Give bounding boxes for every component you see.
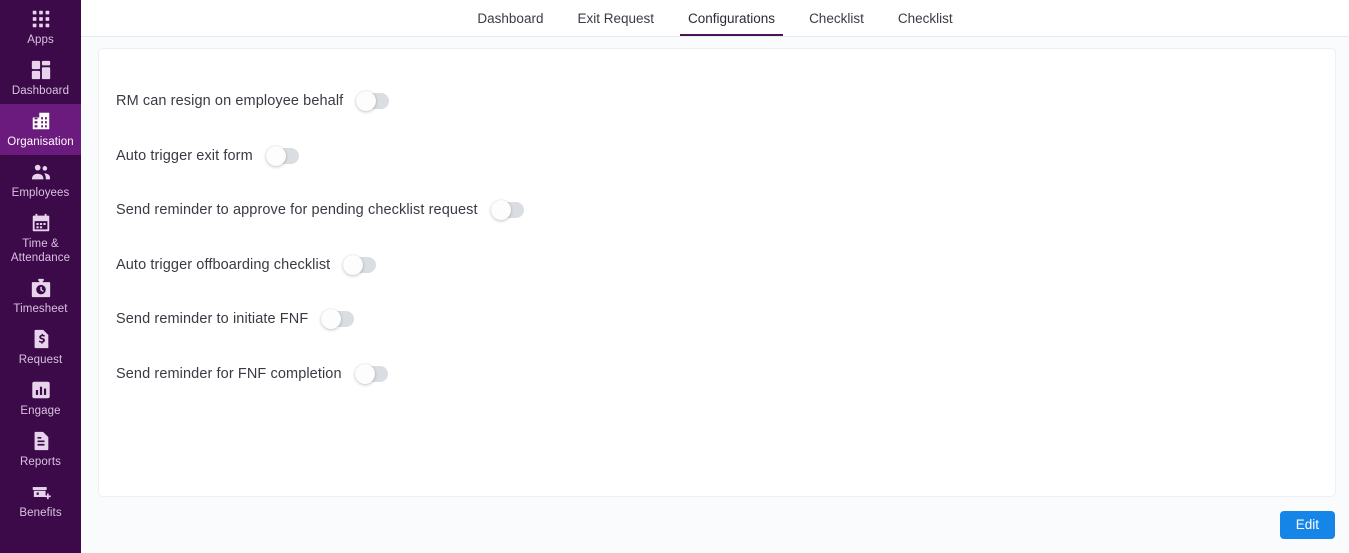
sidebar-item-reports[interactable]: Reports bbox=[0, 424, 81, 475]
sidebar-item-employees[interactable]: Employees bbox=[0, 155, 81, 206]
setting-row: RM can resign on employee behalf bbox=[116, 74, 1335, 129]
setting-toggle[interactable] bbox=[265, 145, 299, 166]
sidebar-item-request[interactable]: Request bbox=[0, 322, 81, 373]
sidebar-item-label: Dashboard bbox=[11, 85, 70, 97]
sidebar-item-label: Time & Attendance bbox=[10, 238, 71, 264]
sidebar-item-dashboard[interactable]: Dashboard bbox=[0, 53, 81, 104]
sidebar: Apps Dashboard Organisation Employees Time &… bbox=[0, 0, 81, 553]
setting-label: Send reminder to initiate FNF bbox=[116, 311, 309, 328]
money-doc-icon bbox=[30, 328, 52, 350]
setting-row: Auto trigger exit form bbox=[116, 129, 1335, 184]
app-root: Apps Dashboard Organisation Employees Time &… bbox=[0, 0, 1349, 553]
sidebar-item-engage[interactable]: Engage bbox=[0, 373, 81, 424]
toggle-knob bbox=[321, 309, 342, 330]
sidebar-item-organisation[interactable]: Organisation bbox=[0, 104, 81, 155]
apps-grid-icon bbox=[30, 8, 52, 30]
sidebar-item-label: Timesheet bbox=[13, 303, 68, 315]
sidebar-item-label: Reports bbox=[20, 456, 61, 468]
setting-toggle[interactable] bbox=[354, 363, 388, 384]
sidebar-item-time-attendance[interactable]: Time & Attendance bbox=[0, 206, 81, 271]
setting-row: Send reminder to initiate FNF bbox=[116, 292, 1335, 347]
setting-toggle[interactable] bbox=[490, 200, 524, 221]
tab-list: Dashboard Exit Request Configurations Check… bbox=[460, 0, 969, 36]
sidebar-item-label: Benefits bbox=[19, 507, 62, 519]
tab-checklist[interactable]: Checklist bbox=[792, 0, 881, 36]
sidebar-item-label: Engage bbox=[20, 405, 61, 417]
top-tab-bar: Dashboard Exit Request Configurations Check… bbox=[81, 0, 1349, 37]
content-area: RM can resign on employee behalf Auto tri… bbox=[81, 37, 1349, 553]
bar-chart-icon bbox=[30, 379, 52, 401]
toggle-knob bbox=[356, 91, 377, 112]
setting-row: Send reminder for FNF completion bbox=[116, 347, 1335, 402]
clock-bag-icon bbox=[30, 277, 52, 299]
document-icon bbox=[30, 430, 52, 452]
building-icon bbox=[30, 110, 52, 132]
setting-label: Auto trigger exit form bbox=[116, 147, 253, 164]
sidebar-item-apps[interactable]: Apps bbox=[0, 2, 81, 53]
calendar-icon bbox=[30, 212, 52, 234]
card-footer: Edit bbox=[98, 497, 1336, 553]
edit-button[interactable]: Edit bbox=[1279, 511, 1335, 539]
configurations-card: RM can resign on employee behalf Auto tri… bbox=[98, 48, 1336, 497]
sidebar-item-label: Employees bbox=[11, 187, 70, 199]
toggle-knob bbox=[490, 200, 511, 221]
sidebar-item-benefits[interactable]: Benefits bbox=[0, 475, 81, 526]
tab-checklist-2[interactable]: Checklist bbox=[881, 0, 970, 36]
setting-label: Auto trigger offboarding checklist bbox=[116, 256, 331, 273]
tab-configurations[interactable]: Configurations bbox=[671, 0, 792, 36]
toggle-knob bbox=[354, 363, 375, 384]
tab-exit-request[interactable]: Exit Request bbox=[560, 0, 671, 36]
setting-label: Send reminder to approve for pending che… bbox=[116, 202, 478, 219]
sidebar-item-label: Request bbox=[18, 354, 63, 366]
setting-toggle[interactable] bbox=[321, 309, 355, 330]
setting-row: Auto trigger offboarding checklist bbox=[116, 238, 1335, 293]
dashboard-icon bbox=[30, 59, 52, 81]
benefits-add-icon bbox=[30, 481, 52, 503]
sidebar-item-timesheet[interactable]: Timesheet bbox=[0, 271, 81, 322]
tab-dashboard[interactable]: Dashboard bbox=[460, 0, 560, 36]
setting-toggle[interactable] bbox=[343, 254, 377, 275]
sidebar-item-label: Apps bbox=[27, 34, 54, 46]
toggle-knob bbox=[343, 254, 364, 275]
toggle-knob bbox=[265, 145, 286, 166]
main-area: Dashboard Exit Request Configurations Check… bbox=[81, 0, 1349, 553]
setting-row: Send reminder to approve for pending che… bbox=[116, 183, 1335, 238]
sidebar-item-label: Organisation bbox=[7, 136, 74, 148]
setting-label: Send reminder for FNF completion bbox=[116, 365, 342, 382]
setting-label: RM can resign on employee behalf bbox=[116, 93, 344, 110]
setting-toggle[interactable] bbox=[356, 91, 390, 112]
people-icon bbox=[30, 161, 52, 183]
